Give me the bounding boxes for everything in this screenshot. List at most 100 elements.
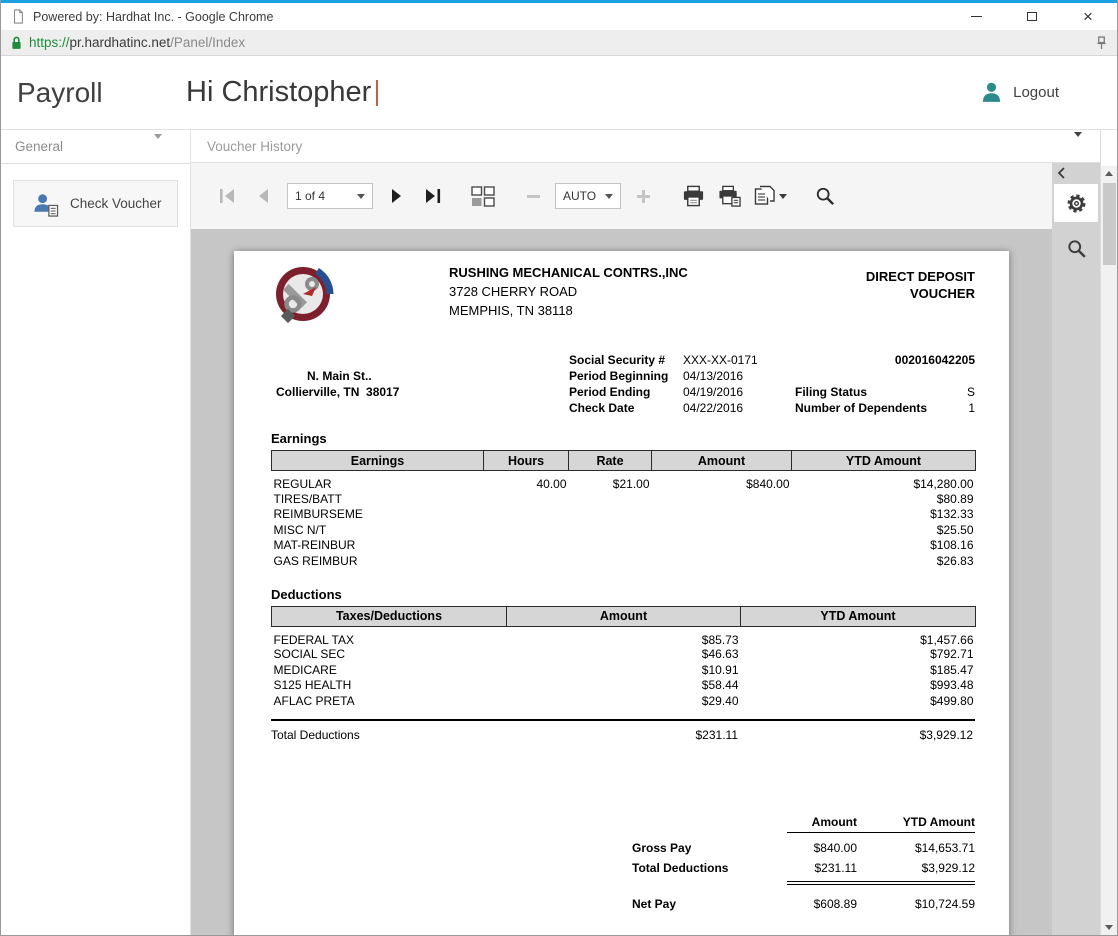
cell [569,522,652,538]
pay-summary: Amount YTD Amount Gross Pay $840.00 $14,… [632,812,975,914]
scroll-up-arrow[interactable] [1101,166,1118,181]
magnifier-icon [1066,238,1087,259]
table-row: FEDERAL TAX $85.73 $1,457.66 [272,626,976,647]
cell: $46.63 [507,647,741,663]
export-button[interactable] [747,181,793,211]
print-page-button[interactable] [711,181,747,211]
cell [652,538,792,554]
maximize-button[interactable] [1021,7,1043,27]
print-button[interactable] [675,181,711,211]
table-row: MEDICARE $10.91 $185.47 [272,662,976,678]
scrollbar-thumb[interactable] [1103,183,1116,265]
report-toolbar: 1 of 4 [191,163,1052,229]
table-row: GAS REIMBUR $26.83 [272,553,976,569]
cell: $499.80 [741,693,976,709]
table-row: MISC N/T $25.50 [272,522,976,538]
doc-type-line2: VOUCHER [866,285,975,302]
address-bar[interactable]: https://pr.hardhatinc.net/Panel/Index [1,30,1117,56]
total-deductions-amount: $231.11 [506,728,740,742]
chevron-down-icon [154,139,162,154]
sidebar-group-label: General [15,139,63,154]
url-scheme: https:// [29,35,70,50]
cell [569,538,652,554]
filing-status-label: Filing Status [795,384,867,400]
vertical-scrollbar[interactable] [1100,130,1117,935]
summary-header-row: Amount YTD Amount [632,812,975,832]
summary-total-deductions-ytd: $3,929.12 [857,861,975,875]
strip-search-button[interactable] [1066,238,1087,259]
cell [652,507,792,523]
company-logo [271,263,335,333]
parameters-gear-button[interactable] [1054,184,1098,222]
search-icon[interactable] [807,181,843,211]
cell [569,507,652,523]
cell: $1,457.66 [741,626,976,647]
zoom-out-button[interactable] [515,181,551,211]
deductions-section-title: Deductions [271,587,975,603]
employee-address2: Collierville, TN 38017 [271,384,569,400]
collapse-strip-icon[interactable] [1052,163,1066,179]
cell: $993.48 [741,678,976,694]
zoom-in-button[interactable] [625,181,661,211]
cell [484,507,569,523]
period-beginning-label: Period Beginning [569,368,683,384]
cell: $108.16 [792,538,976,554]
cell: MEDICARE [272,662,507,678]
scrollbar-track[interactable] [1101,166,1117,935]
close-button[interactable]: × [1077,7,1099,27]
deductions-table: Taxes/Deductions Amount YTD Amount FEDER… [271,606,976,709]
logout-button[interactable]: Logout [979,80,1059,105]
user-icon [979,80,1004,105]
total-deductions-row: Total Deductions $231.11 $3,929.12 [271,719,975,742]
last-page-button[interactable] [415,181,451,211]
url-text[interactable]: https://pr.hardhatinc.net/Panel/Index [29,35,245,50]
page-layout-icon[interactable] [465,181,501,211]
summary-double-rule [787,881,975,885]
secure-lock-icon[interactable] [11,35,22,50]
voucher-history-panel-header[interactable]: Voucher History [191,130,1100,163]
column-header: Rate [569,451,652,471]
filing-status-value: S [967,384,975,400]
table-row: SOCIAL SEC $46.63 $792.71 [272,647,976,663]
summary-amount-header: Amount [752,815,857,829]
period-ending-value: 04/19/2016 [683,385,743,399]
total-deductions-ytd: $3,929.12 [740,728,975,742]
sidebar-group-general[interactable]: General [1,130,190,164]
table-row: MAT-REINBUR $108.16 [272,538,976,554]
ssn-label: Social Security # [569,352,683,368]
cell [484,522,569,538]
cell: MAT-REINBUR [272,538,484,554]
url-path: /Panel/Index [170,35,245,50]
net-pay-amount: $608.89 [752,897,857,911]
title-bar: Powered by: Hardhat Inc. - Google Chrome… [1,3,1117,30]
document-viewport[interactable]: RUSHING MECHANICAL CONTRS.,INC 3728 CHER… [191,229,1052,935]
cell: $25.50 [792,522,976,538]
side-tool-strip [1052,163,1100,935]
page-favicon-icon [11,9,25,24]
text-cursor [376,80,378,106]
page-select[interactable]: 1 of 4 [287,183,373,209]
panel-collapse-icon[interactable] [1074,137,1082,155]
table-row: REIMBURSEME $132.33 [272,507,976,523]
zoom-select[interactable]: AUTO [555,183,621,209]
column-header: Amount [652,451,792,471]
next-page-button[interactable] [379,181,415,211]
sidebar-item-check-voucher[interactable]: Check Voucher [13,180,178,227]
gross-pay-label: Gross Pay [632,841,752,855]
cell: $21.00 [569,471,652,492]
logout-label: Logout [1013,84,1059,101]
main-area: Voucher History 1 of 4 [191,130,1100,935]
first-page-button[interactable] [209,181,245,211]
cell [484,538,569,554]
cell: $132.33 [792,507,976,523]
column-header: Earnings [272,451,484,471]
minimize-button[interactable] [965,7,987,27]
previous-page-button[interactable] [245,181,281,211]
pin-icon[interactable] [1096,36,1107,50]
scroll-down-arrow[interactable] [1101,920,1118,935]
earnings-section-title: Earnings [271,431,975,447]
url-host: pr.hardhatinc.net [70,35,171,50]
check-date-label: Check Date [569,400,683,416]
cell: TIRES/BATT [272,491,484,507]
earnings-header-row: Earnings Hours Rate Amount YTD Amount [272,451,976,471]
